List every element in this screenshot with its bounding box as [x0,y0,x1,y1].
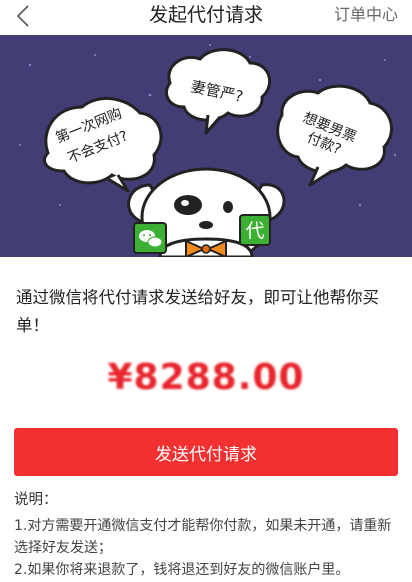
wechat-sign-icon [133,222,167,254]
amount-container: ¥8288.00 [0,358,412,398]
notes-title: 说明： [14,492,58,508]
bubble-left: 第一次网购 不会支付? [43,96,163,193]
order-center-link[interactable]: 订单中心 [334,0,398,35]
amount-value: ¥8288.00 [107,357,305,398]
notes-list: 1.对方需要开通微信支付才能帮你付款，如果未开通，请重新选择好友发送； 2.如果… [14,515,404,581]
note-item: 1.对方需要开通微信支付才能帮你付款，如果未开通，请重新选择好友发送； [14,518,392,556]
nav-bar: 发起代付请求 订单中心 [0,0,412,35]
pay-badge-text: 代 [245,220,264,242]
pay-badge-icon: 代 [239,214,271,246]
send-request-button[interactable]: 发送代付请求 [14,428,398,476]
note-item: 2.如果你将来退款了，钱将退还到好友的微信账户里。 [14,562,350,578]
banner-illustration: 第一次网购 不会支付? 妻管严? 想要男票 付款? 代 [0,35,412,257]
bubble-middle: 妻管严? [165,48,272,135]
bubble-right: 想要男票 付款? [276,84,393,187]
description-text: 通过微信将代付请求发送给好友，即可让他帮你买单！ [16,288,379,335]
